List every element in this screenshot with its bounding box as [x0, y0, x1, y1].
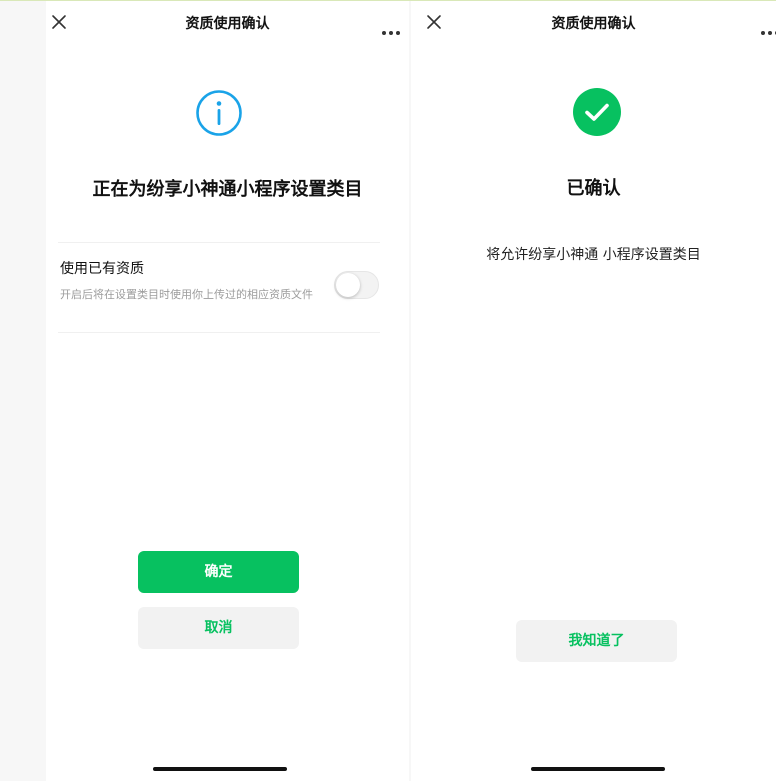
- confirm-button[interactable]: 确定: [138, 551, 299, 593]
- home-indicator: [153, 767, 287, 771]
- nav-bar: 资质使用确认: [46, 1, 409, 43]
- confirmed-screen: 资质使用确认 已确认 将允许纷享小神通 小程序设置类目 我知道了: [411, 1, 776, 781]
- divider: [58, 332, 380, 333]
- toggle-knob: [336, 273, 360, 297]
- cancel-button[interactable]: 取消: [138, 607, 299, 649]
- divider: [58, 242, 380, 243]
- got-it-button[interactable]: 我知道了: [516, 620, 677, 662]
- page-title: 资质使用确认: [185, 16, 270, 32]
- more-icon[interactable]: [760, 21, 776, 35]
- setting-hint: 开启后将在设置类目时使用你上传过的相应资质文件: [60, 288, 313, 301]
- page-title: 资质使用确认: [551, 16, 636, 32]
- check-circle-icon: [573, 88, 621, 136]
- use-existing-qualification-toggle[interactable]: [334, 271, 379, 299]
- confirmation-description: 将允许纷享小神通 小程序设置类目: [486, 247, 701, 263]
- use-existing-qualification-label: 使用已有资质: [60, 261, 144, 277]
- info-icon: [195, 89, 243, 137]
- heading: 已确认: [566, 178, 621, 199]
- heading: 正在为纷享小神通小程序设置类目: [92, 179, 363, 200]
- nav-bar: 资质使用确认: [411, 1, 776, 43]
- more-icon[interactable]: [381, 21, 401, 35]
- home-indicator: [531, 767, 665, 771]
- confirm-screen: 资质使用确认 正在为纷享小神通小程序设置类目 使用已有资质 开启后将在设置类目时…: [46, 1, 409, 781]
